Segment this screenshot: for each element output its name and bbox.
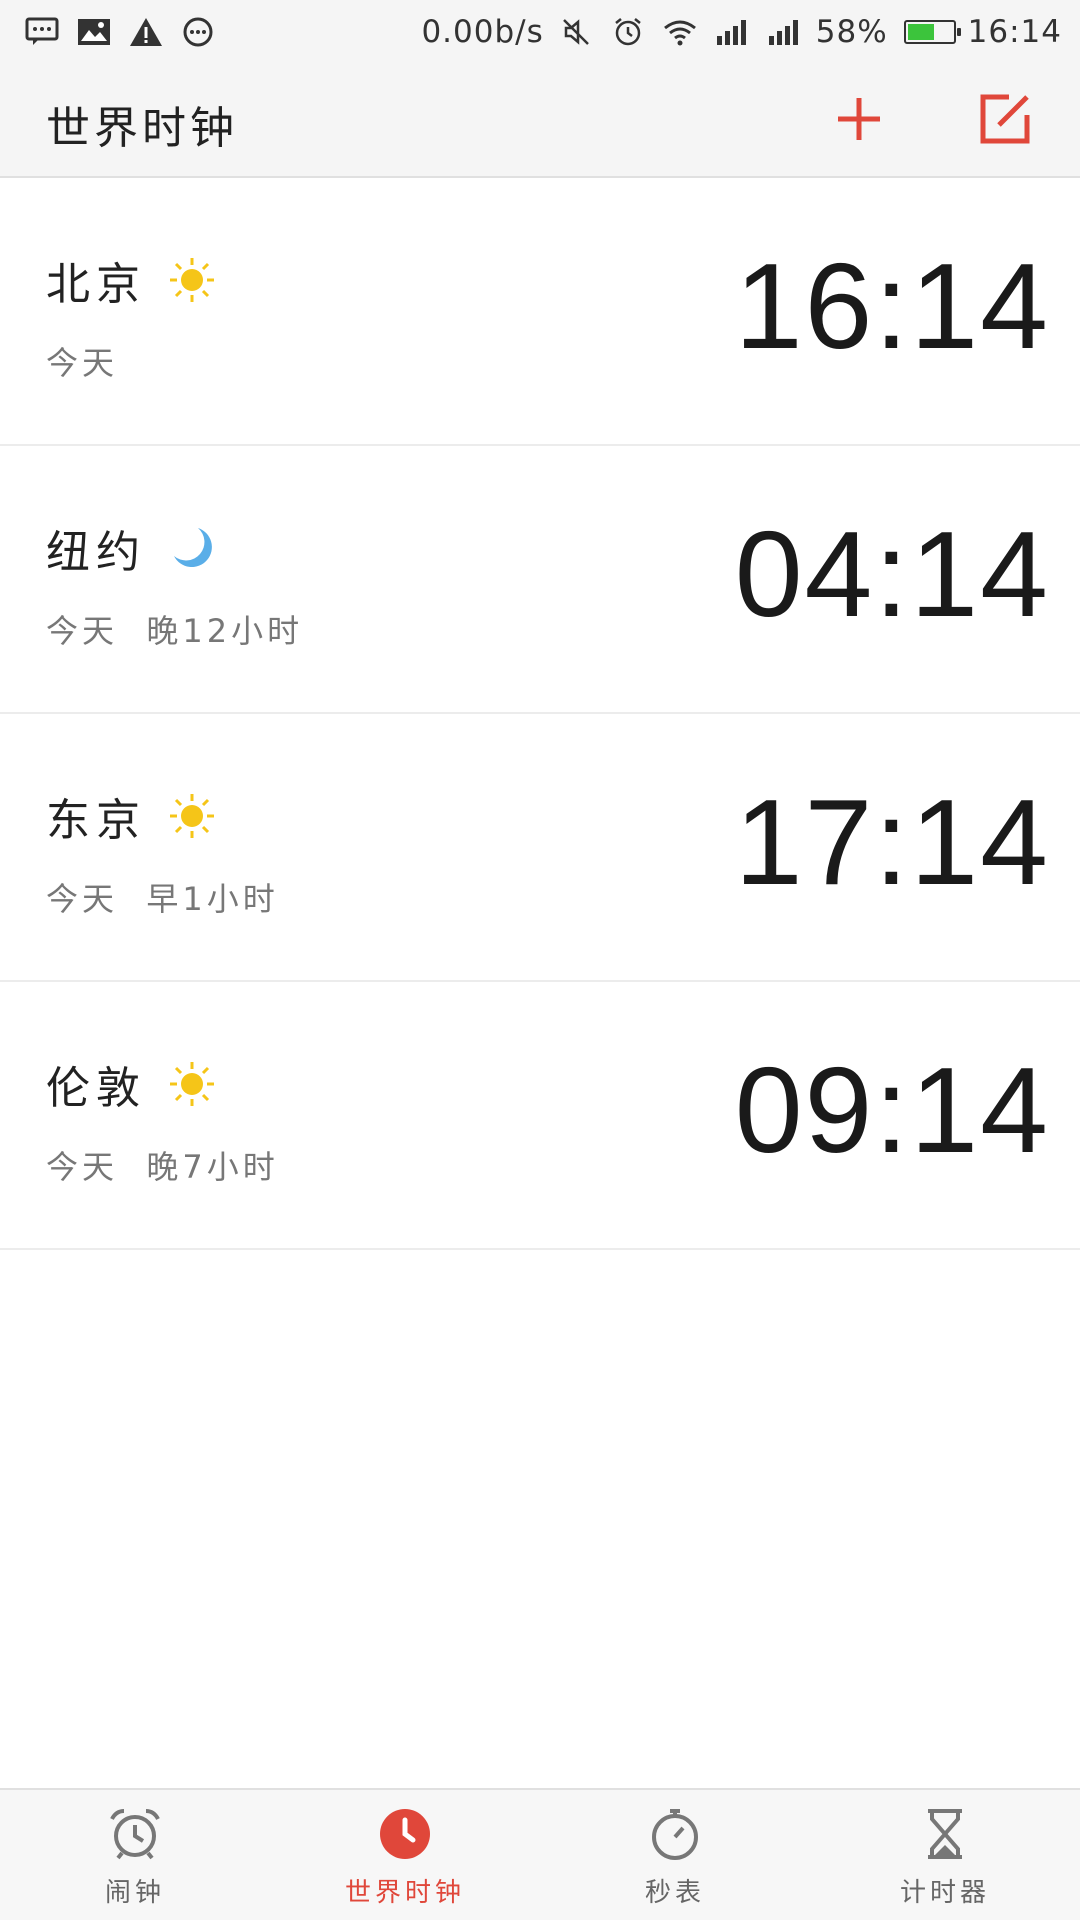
city-line: 伦敦	[46, 1052, 216, 1116]
sun-icon	[168, 1060, 216, 1108]
city-line: 纽约	[46, 516, 216, 580]
signal-icon	[764, 12, 804, 52]
message-icon	[22, 12, 62, 52]
time-offset-text: 今天 晚12小时	[46, 606, 303, 652]
status-bar-right: 0.00b/s 58% 16:14	[421, 12, 1062, 52]
clock-row-beijing[interactable]: 北京 今天 16:14	[0, 178, 1080, 446]
warning-icon	[126, 12, 166, 52]
offset-label: 晚12小时	[146, 612, 304, 650]
city-time: 09:14	[734, 1042, 1050, 1178]
time-offset-text: 今天 晚7小时	[46, 1142, 279, 1188]
status-bar-left	[22, 12, 218, 52]
image-icon	[74, 12, 114, 52]
mute-icon	[556, 12, 596, 52]
clock-row-new-york[interactable]: 纽约 今天 晚12小时 04:14	[0, 446, 1080, 714]
day-label: 今天	[46, 1148, 119, 1186]
nav-label: 计时器	[899, 1878, 990, 1908]
wifi-icon	[660, 12, 700, 52]
sun-icon	[168, 792, 216, 840]
city-name: 纽约	[46, 527, 146, 578]
battery-level	[907, 24, 934, 40]
add-city-button[interactable]	[824, 84, 894, 154]
clock-row-london[interactable]: 伦敦 今天 晚7小时 09:14	[0, 982, 1080, 1250]
alarm-clock-icon	[107, 1806, 163, 1862]
city-time: 16:14	[734, 238, 1050, 374]
app-bar: 世界时钟	[0, 64, 1080, 178]
time-offset-text: 今天	[46, 338, 118, 384]
signal-icon	[712, 12, 752, 52]
nav-label: 闹钟	[104, 1878, 165, 1908]
city-time: 04:14	[734, 506, 1050, 642]
day-label: 今天	[46, 880, 119, 918]
nav-label: 世界时钟	[344, 1878, 465, 1908]
add-icon	[838, 98, 880, 140]
alarm-icon	[608, 12, 648, 52]
edit-button[interactable]	[970, 84, 1040, 154]
city-name: 伦敦	[46, 1063, 146, 1114]
day-label: 今天	[46, 344, 119, 382]
network-speed: 0.00b/s	[421, 14, 544, 50]
clock-icon	[377, 1806, 433, 1862]
moon-icon	[168, 524, 216, 572]
city-line: 东京	[46, 784, 216, 848]
stopwatch-icon	[647, 1806, 703, 1862]
clock-row-tokyo[interactable]: 东京 今天 早1小时 17:14	[0, 714, 1080, 982]
nav-label: 秒表	[644, 1878, 705, 1908]
world-clock-list: 北京 今天 16:14 纽约 今天 晚12小时 04:14 东京 今天 早1小时…	[0, 178, 1080, 1250]
bottom-nav: 闹钟 世界时钟 秒表 计时器	[0, 1788, 1080, 1920]
city-line: 北京	[46, 248, 216, 312]
day-label: 今天	[46, 612, 119, 650]
battery-percent: 58%	[815, 14, 888, 50]
battery-icon	[903, 20, 961, 44]
more-icon	[178, 12, 218, 52]
offset-label: 早1小时	[146, 880, 279, 918]
edit-icon	[980, 94, 1030, 144]
hourglass-icon	[917, 1806, 973, 1862]
status-time: 16:14	[967, 14, 1062, 50]
offset-label: 晚7小时	[146, 1148, 279, 1186]
nav-alarm[interactable]: 闹钟	[0, 1790, 270, 1920]
status-bar: 0.00b/s 58% 16:14	[0, 0, 1080, 64]
sun-icon	[168, 256, 216, 304]
time-offset-text: 今天 早1小时	[46, 874, 279, 920]
nav-timer[interactable]: 计时器	[810, 1790, 1080, 1920]
city-name: 北京	[46, 259, 146, 310]
nav-world-clock[interactable]: 世界时钟	[270, 1790, 540, 1920]
nav-stopwatch[interactable]: 秒表	[540, 1790, 810, 1920]
page-title: 世界时钟	[46, 103, 238, 154]
city-name: 东京	[46, 795, 146, 846]
city-time: 17:14	[734, 774, 1050, 910]
